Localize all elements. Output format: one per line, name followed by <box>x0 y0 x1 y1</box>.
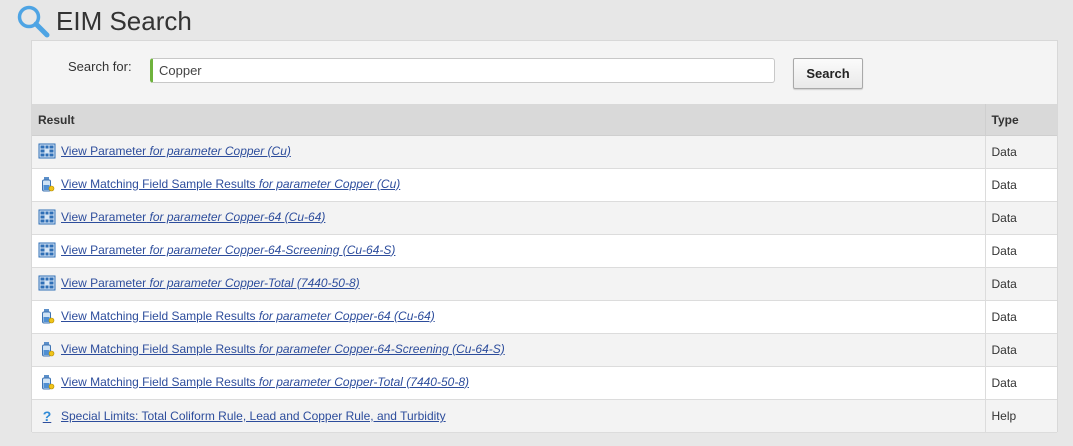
table-row: View Parameter for parameter Copper-64 (… <box>32 201 1057 235</box>
search-button[interactable]: Search <box>793 58 863 89</box>
result-cell: View Parameter for parameter Copper (Cu) <box>32 135 985 169</box>
sample-bottle-icon <box>38 308 56 324</box>
results-table: Result Type View Parameter for parameter… <box>32 104 1057 433</box>
type-cell: Data <box>984 201 1057 235</box>
result-link[interactable]: View Matching Field Sample Results for p… <box>38 341 505 357</box>
result-qualifier-text: for parameter Copper-64 (Cu-64) <box>258 308 435 323</box>
help-question-icon: ? <box>42 408 52 424</box>
table-row: View Parameter for parameter Copper-64-S… <box>32 234 1057 268</box>
parameter-grid-icon <box>38 275 56 291</box>
result-cell: View Parameter for parameter Copper-64 (… <box>32 201 985 235</box>
result-link[interactable]: View Parameter for parameter Copper (Cu) <box>38 143 291 159</box>
result-qualifier-text: for parameter Copper-64-Screening (Cu-64… <box>258 341 505 356</box>
result-cell: View Matching Field Sample Results for p… <box>32 300 985 334</box>
magnifier-icon <box>16 4 50 38</box>
search-input[interactable] <box>150 58 775 83</box>
sample-bottle-icon <box>38 374 56 390</box>
result-link[interactable]: View Parameter for parameter Copper-64-S… <box>38 242 395 258</box>
table-row: View Matching Field Sample Results for p… <box>32 333 1057 367</box>
type-cell: Data <box>984 135 1057 169</box>
result-link[interactable]: View Matching Field Sample Results for p… <box>38 374 469 390</box>
column-header-result: Result <box>32 104 985 136</box>
result-cell: ? Special Limits: Total Coliform Rule, Le… <box>32 399 985 433</box>
table-row: View Matching Field Sample Results for p… <box>32 168 1057 202</box>
result-link[interactable]: View Parameter for parameter Copper-Tota… <box>38 275 360 291</box>
type-cell: Data <box>984 333 1057 367</box>
result-action-text: View Matching Field Sample Results <box>61 308 256 323</box>
result-cell: View Matching Field Sample Results for p… <box>32 366 985 400</box>
parameter-grid-icon <box>38 209 56 225</box>
result-action-text: View Matching Field Sample Results <box>61 341 256 356</box>
search-form: Search for: Search <box>32 41 1057 104</box>
type-cell: Data <box>984 300 1057 334</box>
table-row: View Parameter for parameter Copper (Cu)… <box>32 135 1057 169</box>
type-cell: Data <box>984 267 1057 301</box>
result-action-text: View Parameter <box>61 242 147 257</box>
result-action-text: Special Limits: Total Coliform Rule, Lea… <box>61 409 446 423</box>
page-title: EIM Search <box>56 6 192 36</box>
type-cell: Help <box>984 399 1057 433</box>
sample-bottle-icon <box>38 341 56 357</box>
page-header: EIM Search <box>16 4 192 38</box>
table-row: ? Special Limits: Total Coliform Rule, Le… <box>32 399 1057 433</box>
result-action-text: View Parameter <box>61 143 147 158</box>
result-action-text: View Parameter <box>61 275 147 290</box>
result-cell: View Parameter for parameter Copper-64-S… <box>32 234 985 268</box>
result-qualifier-text: for parameter Copper (Cu) <box>149 143 291 158</box>
result-action-text: View Matching Field Sample Results <box>61 176 256 191</box>
result-qualifier-text: for parameter Copper (Cu) <box>258 176 401 191</box>
type-cell: Data <box>984 168 1057 202</box>
result-link[interactable]: View Matching Field Sample Results for p… <box>38 176 400 192</box>
parameter-grid-icon <box>38 143 56 159</box>
search-label: Search for: <box>68 59 132 74</box>
table-row: View Parameter for parameter Copper-Tota… <box>32 267 1057 301</box>
result-cell: View Matching Field Sample Results for p… <box>32 333 985 367</box>
column-header-type: Type <box>984 104 1057 136</box>
result-link[interactable]: View Parameter for parameter Copper-64 (… <box>38 209 325 225</box>
result-qualifier-text: for parameter Copper-Total (7440-50-8) <box>258 374 469 389</box>
result-qualifier-text: for parameter Copper-64 (Cu-64) <box>149 209 326 224</box>
type-cell: Data <box>984 234 1057 268</box>
result-action-text: View Matching Field Sample Results <box>61 374 256 389</box>
result-qualifier-text: for parameter Copper-64-Screening (Cu-64… <box>149 242 396 257</box>
result-cell: View Parameter for parameter Copper-Tota… <box>32 267 985 301</box>
sample-bottle-icon <box>38 176 56 192</box>
eim-search-page: EIM Search Search for: Search Result Typ… <box>0 0 1073 446</box>
table-row: View Matching Field Sample Results for p… <box>32 366 1057 400</box>
result-cell: View Matching Field Sample Results for p… <box>32 168 985 202</box>
result-action-text: View Parameter <box>61 209 147 224</box>
parameter-grid-icon <box>38 242 56 258</box>
table-row: View Matching Field Sample Results for p… <box>32 300 1057 334</box>
results-body: View Parameter for parameter Copper (Cu)… <box>32 135 1057 433</box>
search-panel: Search for: Search Result Type View Para… <box>31 40 1058 433</box>
result-link[interactable]: ? Special Limits: Total Coliform Rule, Le… <box>38 408 446 424</box>
results-header-row: Result Type <box>32 104 1057 136</box>
type-cell: Data <box>984 366 1057 400</box>
result-link[interactable]: View Matching Field Sample Results for p… <box>38 308 435 324</box>
result-qualifier-text: for parameter Copper-Total (7440-50-8) <box>149 275 360 290</box>
